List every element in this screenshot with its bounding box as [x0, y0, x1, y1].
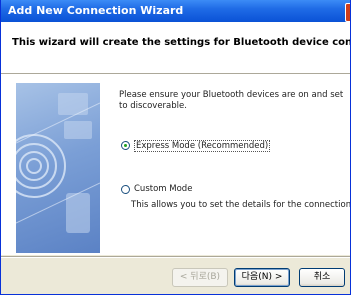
wizard-window: Add New Connection Wizard This wizard wi…	[0, 0, 351, 295]
wizard-content: Please ensure your Bluetooth devices are…	[1, 75, 351, 255]
bluetooth-waves-icon	[16, 93, 100, 233]
title-bar[interactable]: Add New Connection Wizard	[1, 0, 350, 22]
back-button[interactable]: < 뒤로(B)	[172, 268, 228, 287]
instructions-text: Please ensure your Bluetooth devices are…	[119, 90, 344, 111]
custom-mode-radio[interactable]	[121, 185, 130, 194]
custom-mode-description: This allows you to set the details for t…	[131, 200, 351, 210]
back-button-label: < 뒤로(B)	[179, 272, 221, 282]
close-icon[interactable]	[345, 3, 350, 22]
wizard-header: This wizard will create the settings for…	[1, 22, 350, 74]
custom-mode-label[interactable]: Custom Mode	[134, 184, 192, 194]
footer-divider-highlight	[1, 257, 350, 258]
bluetooth-banner-image	[16, 83, 100, 253]
next-button-label: 다음(N) >	[241, 272, 283, 282]
header-title: This wizard will create the settings for…	[12, 37, 350, 48]
window-title: Add New Connection Wizard	[8, 4, 184, 17]
cancel-button[interactable]: 취소	[299, 268, 345, 287]
next-button[interactable]: 다음(N) >	[234, 268, 290, 287]
express-mode-label[interactable]: Express Mode (Recommended)	[134, 140, 271, 152]
cancel-button-label: 취소	[313, 272, 331, 282]
express-mode-radio[interactable]	[121, 141, 130, 150]
